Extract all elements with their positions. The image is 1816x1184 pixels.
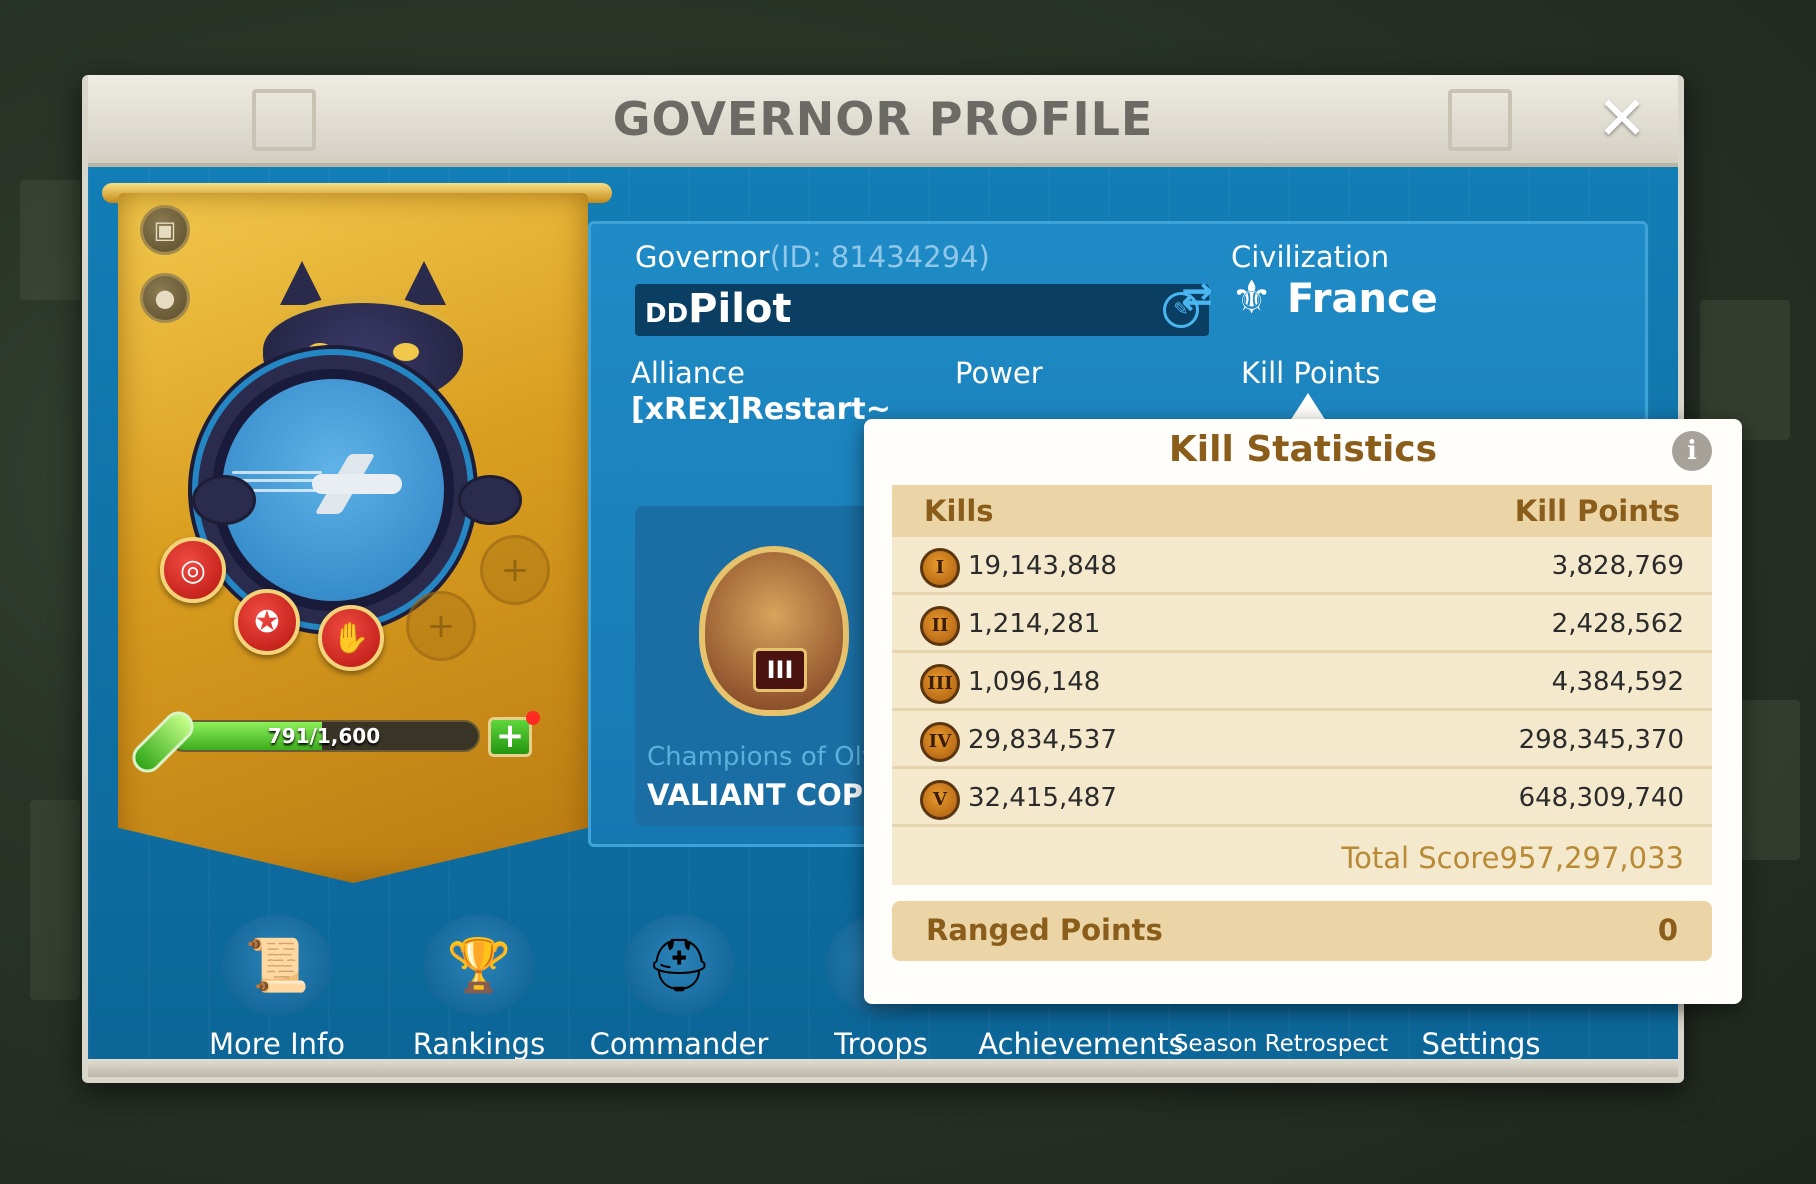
kill-points-value: 298,345,370 — [1518, 725, 1684, 755]
popup-pointer — [1290, 393, 1326, 421]
governor-label-text: Governor — [635, 240, 770, 274]
exp-progress-bar: 791/1,600 — [168, 720, 480, 752]
change-avatar-button[interactable]: ▣ — [140, 205, 190, 255]
tier-3-icon: III — [920, 664, 960, 704]
ranged-points-value: 0 — [1657, 913, 1678, 947]
governor-label: Governor(ID: 81434294) — [635, 240, 990, 274]
kill-points-value: 2,428,562 — [1551, 609, 1684, 639]
kill-points-value: 648,309,740 — [1518, 783, 1684, 813]
medal-rank: III — [753, 648, 807, 692]
contrail — [232, 471, 322, 474]
airplane-icon — [312, 474, 402, 494]
skill-star-icon[interactable]: ✪ — [234, 589, 300, 655]
title-ornament-left — [252, 89, 316, 151]
change-civilization-button[interactable]: ⇄ — [1181, 274, 1213, 318]
nav-rankings[interactable]: 🏆 Rankings — [384, 915, 574, 1077]
season-medal-card[interactable]: III Champions of Oly VALIANT COPPE — [635, 506, 904, 826]
tier-4-icon: IV — [920, 722, 960, 762]
kill-points-label[interactable]: Kill Points — [1241, 356, 1381, 390]
close-button[interactable]: ✕ — [1590, 87, 1654, 151]
notification-dot — [526, 711, 540, 725]
nav-label: Rankings — [412, 1027, 546, 1061]
scroll-icon: 📜 — [222, 915, 332, 1015]
nav-label: More Info — [209, 1027, 345, 1061]
skill-radar-icon[interactable]: ◎ — [160, 537, 226, 603]
column-kills: Kills — [924, 494, 994, 528]
page-title: GOVERNOR PROFILE — [612, 92, 1154, 146]
total-score-value: 957,297,033 — [1499, 841, 1685, 875]
nav-label: Achievements — [978, 1027, 1184, 1061]
helmet-icon: ⛑ — [624, 915, 734, 1015]
panel-bottom-border — [88, 1059, 1678, 1077]
empty-skill-slot[interactable]: + — [406, 591, 476, 661]
table-row: I 19,143,848 3,828,769 — [892, 537, 1712, 595]
alliance-label: Alliance — [631, 356, 745, 390]
contrail — [242, 479, 322, 482]
tier-5-icon: V — [920, 780, 960, 820]
name-prefix: DD — [645, 299, 689, 329]
nav-more-info[interactable]: 📜 More Info — [182, 915, 372, 1077]
title-bar: GOVERNOR PROFILE ✕ — [88, 75, 1678, 167]
kills-value: 29,834,537 — [968, 725, 1117, 755]
kill-points-value: 3,828,769 — [1551, 551, 1684, 581]
table-row: IV 29,834,537 298,345,370 — [892, 711, 1712, 769]
ranged-points-label: Ranged Points — [926, 913, 1163, 947]
empty-skill-slot[interactable]: + — [480, 535, 550, 605]
background-city — [20, 180, 80, 300]
cat-ear-right — [402, 261, 446, 305]
governor-name: DDPilot — [645, 286, 792, 332]
user-icon: ● — [154, 284, 176, 312]
exp-text: 791/1,600 — [267, 724, 381, 748]
nav-label: Season Retrospect — [1173, 1031, 1389, 1057]
total-score-label: Total Score — [1341, 841, 1500, 875]
table-header: Kills Kill Points — [892, 485, 1712, 537]
plus-icon: + — [495, 716, 525, 756]
cat-paw-left — [192, 475, 256, 525]
title-ornament-right — [1448, 89, 1512, 151]
popup-title: Kill Statistics — [1168, 429, 1438, 470]
close-icon: ✕ — [1596, 84, 1648, 154]
avatar-sky — [222, 379, 444, 601]
info-icon[interactable]: i — [1672, 431, 1712, 471]
kills-value: 1,096,148 — [968, 667, 1101, 697]
nav-label: Commander — [589, 1027, 769, 1061]
kill-statistics-popup: Kill Statistics i Kills Kill Points I 19… — [864, 419, 1742, 1004]
background-city — [30, 800, 80, 1000]
governor-name-field[interactable]: DDPilot ✎ — [635, 284, 1209, 336]
power-label: Power — [955, 356, 1043, 390]
fleur-de-lis-icon: ⚜ — [1231, 270, 1273, 324]
kills-value: 1,214,281 — [968, 609, 1101, 639]
add-exp-button[interactable]: + — [488, 717, 532, 757]
civilization-label: Civilization — [1231, 240, 1390, 274]
nav-label: Troops — [834, 1027, 928, 1061]
table-row: III 1,096,148 4,384,592 — [892, 653, 1712, 711]
nav-label: Settings — [1421, 1027, 1541, 1061]
table-row: V 32,415,487 648,309,740 — [892, 769, 1712, 827]
column-kill-points: Kill Points — [1514, 494, 1680, 528]
governor-id: (ID: 81434294) — [769, 240, 990, 274]
tier-2-icon: II — [920, 606, 960, 646]
name-value: Pilot — [688, 286, 792, 332]
total-score: Total Score957,297,033 — [1341, 841, 1684, 875]
kills-value: 32,415,487 — [968, 783, 1117, 813]
cat-ear-left — [280, 261, 324, 305]
ranged-points-row: Ranged Points 0 — [892, 901, 1712, 961]
kill-points-value: 4,384,592 — [1551, 667, 1684, 697]
alliance-name[interactable]: [xREx]Restart~ — [631, 392, 891, 427]
profile-button[interactable]: ● — [140, 273, 190, 323]
cat-eye-icon — [393, 343, 419, 361]
medal-icon: III — [699, 546, 849, 716]
trophy-icon: 🏆 — [424, 915, 534, 1015]
nav-commander[interactable]: ⛑ Commander — [584, 915, 774, 1077]
kill-stats-table: Kills Kill Points I 19,143,848 3,828,769… — [892, 485, 1712, 885]
skill-hand-icon[interactable]: ✋ — [318, 605, 384, 671]
medal-subtitle: Champions of Oly — [647, 742, 878, 772]
kills-value: 19,143,848 — [968, 551, 1117, 581]
portrait-icon: ▣ — [153, 216, 177, 244]
table-row: II 1,214,281 2,428,562 — [892, 595, 1712, 653]
cat-paw-right — [458, 475, 522, 525]
tier-1-icon: I — [920, 548, 960, 588]
civilization-name: France — [1287, 276, 1438, 322]
